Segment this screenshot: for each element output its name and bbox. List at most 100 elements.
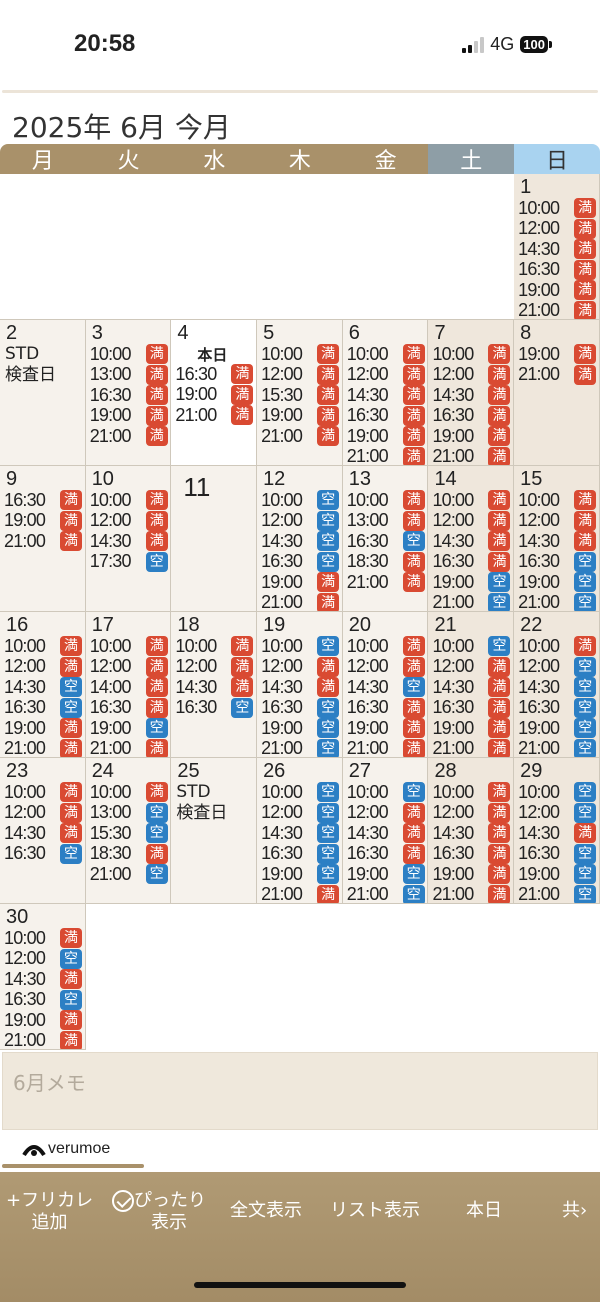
time-slot[interactable]: 21:00 空 [90,864,169,885]
day-cell-16[interactable]: 16 10:00 満 12:00 満 14:30 空 16:30 空 19:00 満 21:00 満 [0,612,86,758]
time-slot[interactable]: 14:30 満 [432,677,511,698]
time-slot[interactable]: 21:00 満 [4,1030,83,1049]
time-slot[interactable]: 21:00 空 [347,884,426,903]
day-cell-22[interactable]: 22 10:00 満 12:00 空 14:30 空 16:30 空 19:00 空 21:00 空 [514,612,600,758]
time-slot[interactable]: 12:00 満 [518,510,597,532]
time-slot[interactable]: 21:00 空 [261,738,340,757]
time-slot[interactable]: 19:00 空 [90,718,169,739]
time-slot[interactable]: 19:00 空 [518,864,597,885]
day-cell-4[interactable]: 4 本日 16:30 満 19:00 満 21:00 満 [171,320,258,466]
time-slot[interactable]: 21:00 満 [347,738,426,757]
time-slot[interactable]: 15:30 満 [261,385,340,406]
time-slot[interactable]: 10:00 空 [432,636,511,657]
time-slot[interactable]: 13:00 満 [347,510,426,532]
day-cell-19[interactable]: 19 10:00 空 12:00 満 14:30 満 16:30 空 19:00 空 21:00 空 [257,612,343,758]
time-slot[interactable]: 10:00 満 [518,636,597,657]
day-cell-17[interactable]: 17 10:00 満 12:00 満 14:00 満 16:30 満 19:00 空 21:00 満 [85,612,172,758]
time-slot[interactable]: 12:00 満 [432,802,511,824]
time-slot[interactable]: 16:30 空 [518,697,597,719]
time-slot[interactable]: 16:30 空 [175,697,254,719]
home-indicator[interactable] [194,1282,406,1288]
time-slot[interactable]: 14:30 満 [518,239,597,260]
time-slot[interactable]: 12:00 空 [518,656,597,678]
time-slot[interactable]: 16:30 満 [432,843,511,865]
time-slot[interactable]: 19:00 満 [4,510,83,532]
time-slot[interactable]: 14:30 満 [261,677,340,698]
time-slot[interactable]: 12:00 満 [175,656,254,678]
time-slot[interactable]: 16:30 空 [261,551,340,573]
day-cell-8[interactable]: 8 19:00 満 21:00 満 [514,320,600,466]
time-slot[interactable]: 19:00 満 [432,718,511,739]
time-slot[interactable]: 21:00 満 [261,884,340,903]
time-slot[interactable]: 16:30 満 [432,551,511,573]
time-slot[interactable]: 19:00 空 [261,718,340,739]
time-slot[interactable]: 14:30 満 [4,969,83,990]
time-slot[interactable]: 13:00 空 [90,802,169,824]
day-cell-5[interactable]: 5 10:00 満 12:00 満 15:30 満 19:00 満 21:00 満 [257,320,343,466]
time-slot[interactable]: 19:00 満 [261,405,340,427]
time-slot[interactable]: 14:30 満 [347,823,426,844]
time-slot[interactable]: 12:00 満 [347,364,426,386]
time-slot[interactable]: 14:30 空 [261,823,340,844]
time-slot[interactable]: 16:30 満 [347,843,426,865]
day-cell-14[interactable]: 14 10:00 満 12:00 満 14:30 満 16:30 満 19:00 空 21:00 空 [428,466,515,612]
day-cell-26[interactable]: 26 10:00 空 12:00 空 14:30 空 16:30 空 19:00 空 21:00 満 [257,758,343,904]
time-slot[interactable]: 10:00 満 [261,344,340,365]
time-slot[interactable]: 14:30 空 [347,677,426,698]
time-slot[interactable]: 14:30 満 [347,385,426,406]
day-cell-29[interactable]: 29 10:00 空 12:00 空 14:30 満 16:30 空 19:00 空 21:00 空 [514,758,600,904]
time-slot[interactable]: 16:30 満 [347,697,426,719]
time-slot[interactable]: 19:00 満 [261,572,340,593]
time-slot[interactable]: 10:00 満 [347,636,426,657]
time-slot[interactable]: 10:00 満 [90,636,169,657]
time-slot[interactable]: 14:30 満 [518,531,597,552]
time-slot[interactable]: 19:00 満 [347,426,426,447]
time-slot[interactable]: 10:00 満 [518,198,597,219]
today-button[interactable]: 本日 [466,1200,502,1222]
time-slot[interactable]: 19:00 空 [261,864,340,885]
day-cell-23[interactable]: 23 10:00 満 12:00 満 14:30 満 16:30 空 [0,758,86,904]
time-slot[interactable]: 16:30 満 [4,490,83,511]
time-slot[interactable]: 21:00 満 [347,446,426,465]
time-slot[interactable]: 10:00 空 [347,782,426,803]
time-slot[interactable]: 13:00 満 [90,364,169,386]
time-slot[interactable]: 19:00 満 [432,426,511,447]
day-cell-30[interactable]: 30 10:00 満 12:00 空 14:30 満 16:30 空 19:00 満 21:00 満 [0,904,86,1050]
time-slot[interactable]: 10:00 満 [347,344,426,365]
time-slot[interactable]: 12:00 満 [261,364,340,386]
time-slot[interactable]: 21:00 満 [261,426,340,447]
day-cell-7[interactable]: 7 10:00 満 12:00 満 14:30 満 16:30 満 19:00 満 21:00 満 [428,320,515,466]
time-slot[interactable]: 16:30 空 [4,989,83,1011]
time-slot[interactable]: 12:00 満 [432,364,511,386]
time-slot[interactable]: 12:00 満 [347,656,426,678]
time-slot[interactable]: 16:30 空 [261,697,340,719]
time-slot[interactable]: 14:30 満 [432,823,511,844]
time-slot[interactable]: 16:30 満 [518,259,597,281]
time-slot[interactable]: 14:00 満 [90,677,169,698]
list-view-button[interactable]: リスト表示 [330,1200,420,1222]
time-slot[interactable]: 21:00 満 [432,884,511,903]
time-slot[interactable]: 16:30 満 [347,405,426,427]
time-slot[interactable]: 16:30 空 [518,551,597,573]
time-slot[interactable]: 12:00 満 [90,656,169,678]
add-furikare-button[interactable]: +フリカレ 追加 [6,1190,93,1234]
time-slot[interactable]: 10:00 空 [261,490,340,511]
time-slot[interactable]: 10:00 空 [518,782,597,803]
day-cell-18[interactable]: 18 10:00 満 12:00 満 14:30 満 16:30 空 [171,612,258,758]
time-slot[interactable]: 16:30 満 [90,385,169,406]
time-slot[interactable]: 14:30 満 [432,531,511,552]
day-cell-6[interactable]: 6 10:00 満 12:00 満 14:30 満 16:30 満 19:00 満 21:00 満 [342,320,429,466]
time-slot[interactable]: 16:30 満 [175,364,254,385]
share-button[interactable]: 共› [562,1200,587,1222]
time-slot[interactable]: 12:00 満 [90,510,169,532]
day-cell-9[interactable]: 9 16:30 満 19:00 満 21:00 満 [0,466,86,612]
time-slot[interactable]: 16:30 空 [261,843,340,865]
day-cell-15[interactable]: 15 10:00 満 12:00 満 14:30 満 16:30 空 19:00 空 21:00 空 [514,466,600,612]
time-slot[interactable]: 16:30 空 [518,843,597,865]
time-slot[interactable]: 21:00 満 [261,592,340,611]
time-slot[interactable]: 16:30 満 [432,405,511,427]
day-cell-24[interactable]: 24 10:00 満 13:00 空 15:30 空 18:30 満 21:00 空 [85,758,172,904]
time-slot[interactable]: 16:30 満 [90,697,169,719]
day-cell-20[interactable]: 20 10:00 満 12:00 満 14:30 空 16:30 満 19:00 満 21:00 満 [342,612,429,758]
time-slot[interactable]: 10:00 満 [4,782,83,803]
